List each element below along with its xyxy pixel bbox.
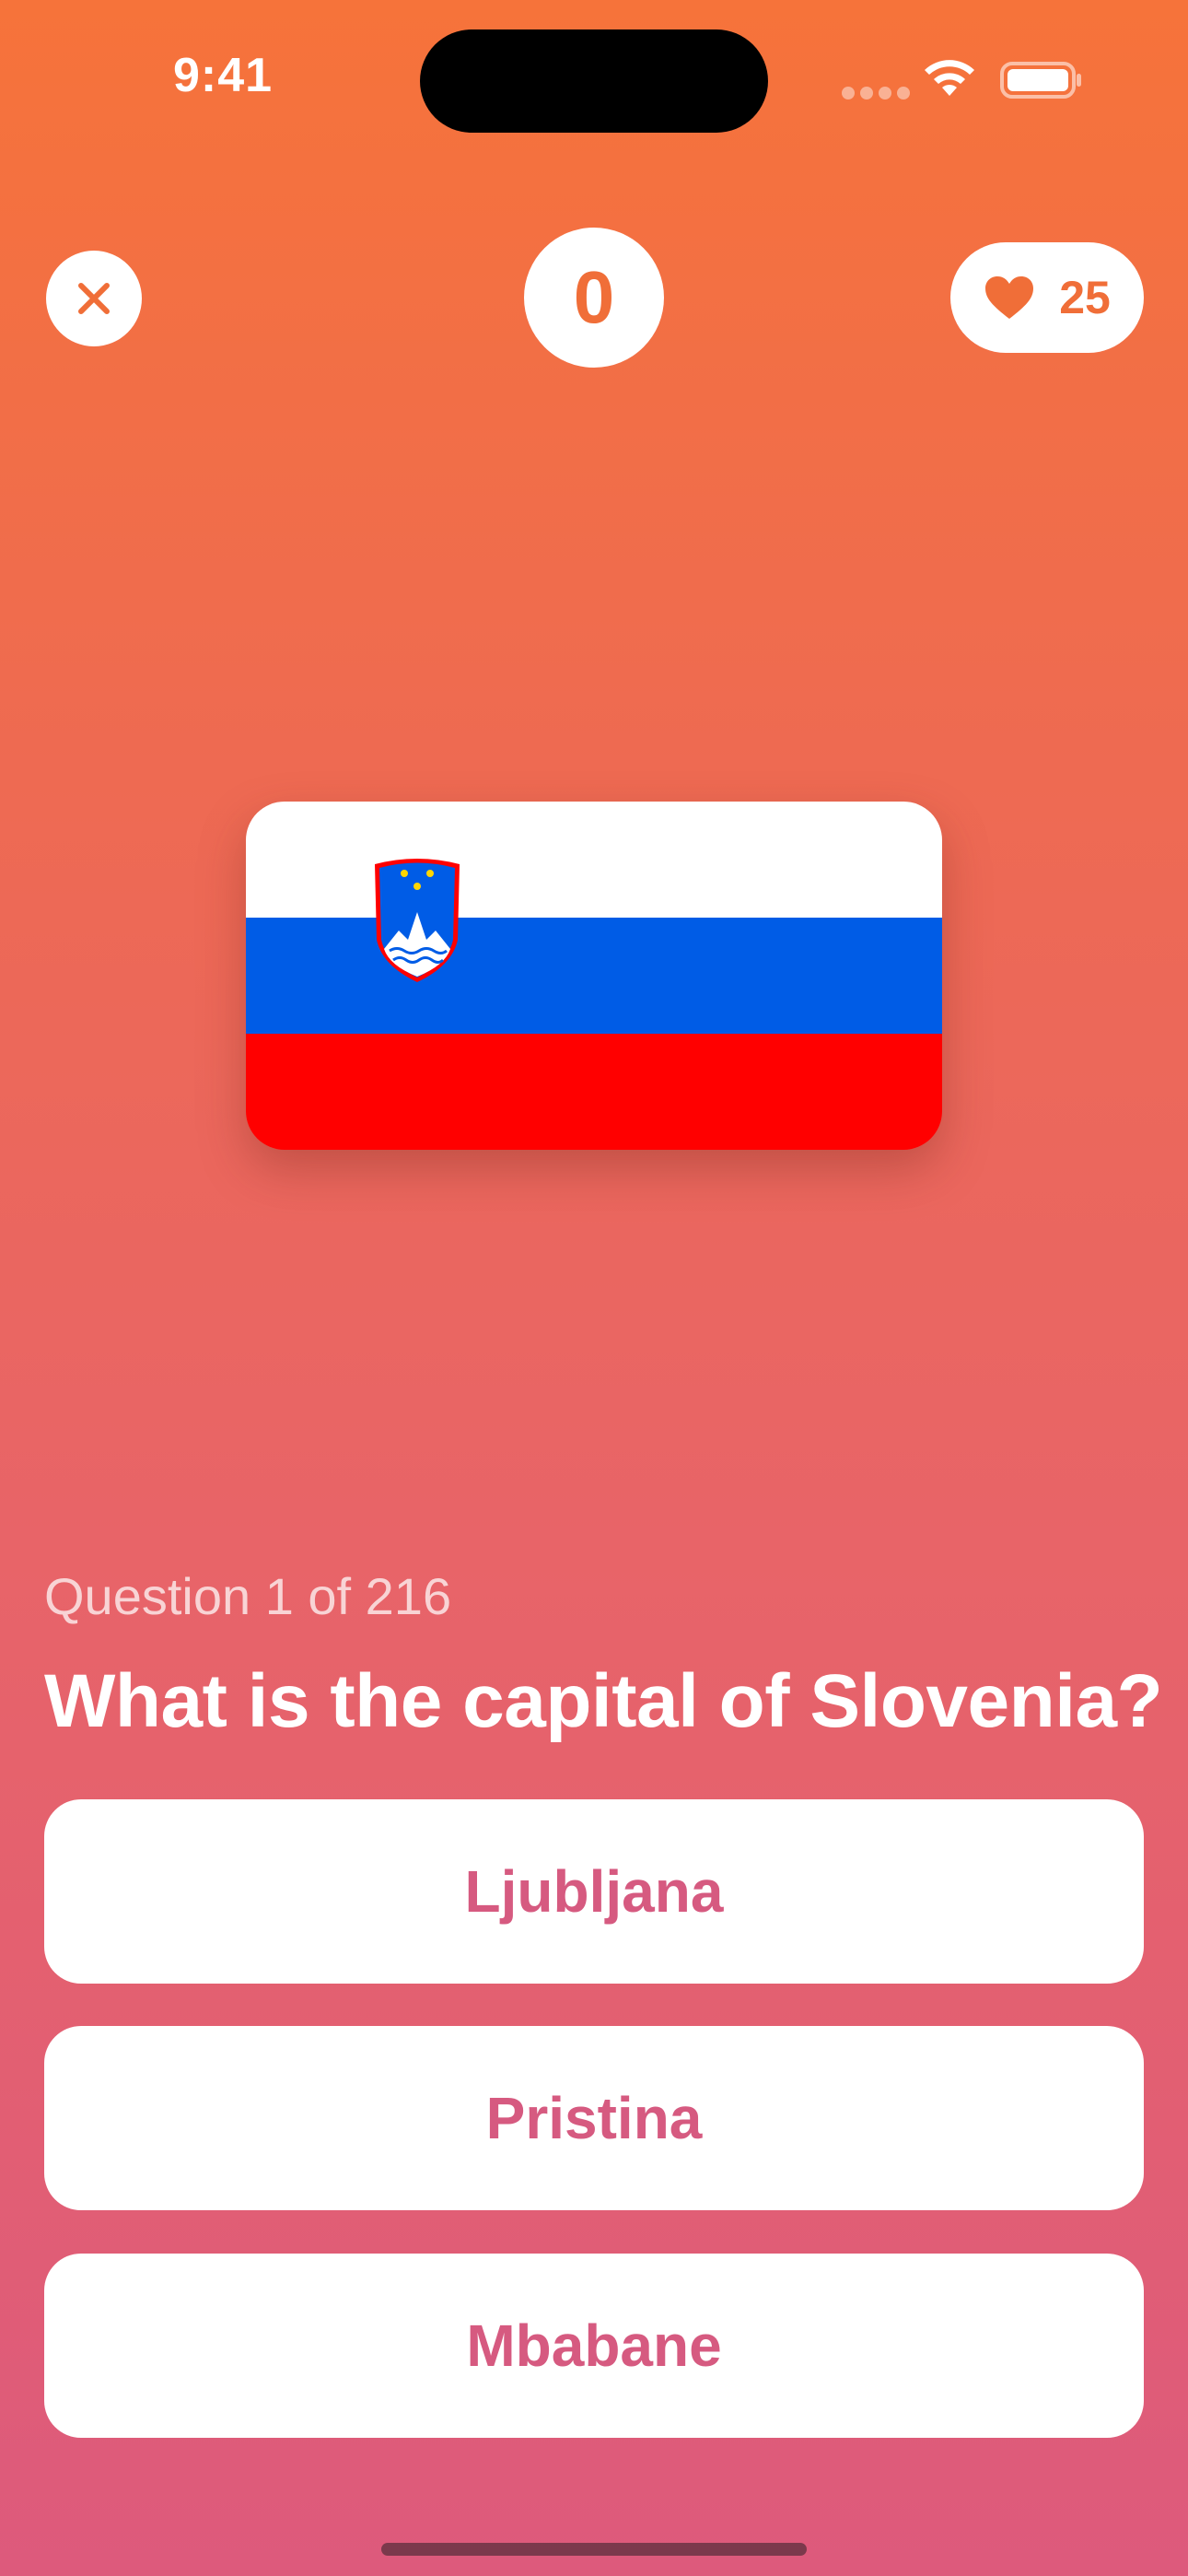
answer-button-pristina[interactable]: Pristina — [44, 2026, 1144, 2210]
status-bar: 9:41 — [0, 0, 1188, 157]
score-badge: 0 — [524, 228, 664, 368]
question-text: What is the capital of Slovenia? — [44, 1659, 1163, 1743]
close-button[interactable] — [46, 251, 142, 346]
lives-value: 25 — [1059, 272, 1111, 323]
battery-icon — [1000, 62, 1081, 99]
lives-counter: 25 — [950, 242, 1144, 353]
question-counter: Question 1 of 216 — [44, 1567, 452, 1625]
answer-label: Ljubljana — [464, 1858, 724, 1925]
score-value: 0 — [573, 256, 615, 338]
slovenia-flag — [246, 802, 942, 1150]
flag-card — [246, 802, 942, 1150]
answer-button-mbabane[interactable]: Mbabane — [44, 2254, 1144, 2438]
answer-button-ljubljana[interactable]: Ljubljana — [44, 1799, 1144, 1984]
cellular-signal-icon — [842, 87, 910, 100]
wifi-icon — [925, 60, 974, 96]
answer-label: Pristina — [485, 2085, 703, 2151]
status-time: 9:41 — [173, 49, 274, 102]
close-x-icon — [78, 283, 110, 314]
home-indicator[interactable] — [381, 2543, 807, 2556]
answer-label: Mbabane — [466, 2313, 722, 2379]
heart-icon — [985, 276, 1034, 319]
dynamic-island — [420, 29, 768, 133]
